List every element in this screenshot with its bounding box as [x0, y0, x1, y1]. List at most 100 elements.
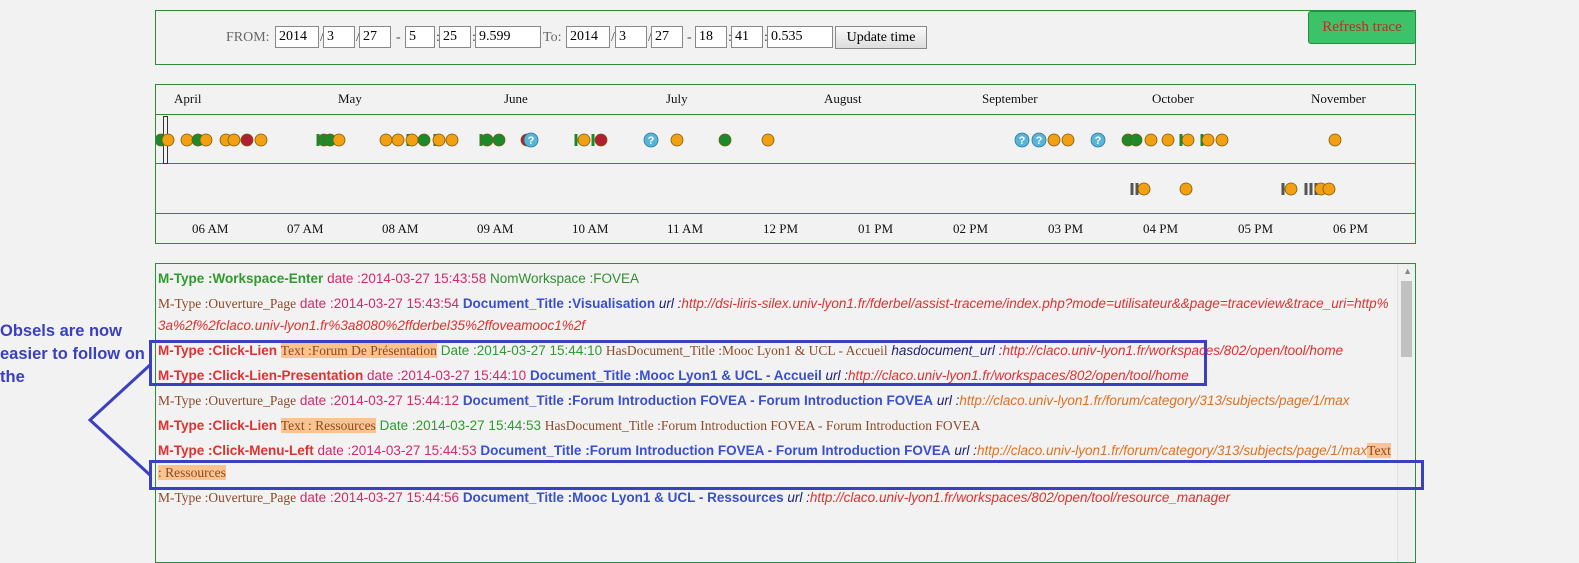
trace-list: M-Type :Workspace-Enter date : 2014-03-27… [155, 263, 1416, 563]
obsel-marker[interactable] [1061, 133, 1075, 147]
obsel-marker[interactable] [240, 133, 254, 147]
timeline-panel: April May June July August September Oct… [155, 84, 1416, 244]
trace-row[interactable]: M-Type :Ouverture_Page date :2014-03-27 … [158, 390, 1393, 412]
refresh-trace-button[interactable]: Refresh trace [1308, 11, 1416, 44]
obsel-marker[interactable] [670, 133, 684, 147]
from-month-input[interactable] [323, 26, 355, 48]
obsel-marker[interactable] [1281, 183, 1285, 195]
scroll-up-arrow-icon[interactable]: ▲ [1403, 266, 1412, 276]
obsel-marker[interactable] [1161, 133, 1175, 147]
trace-row[interactable]: M-Type :Workspace-Enter date :2014-03-27… [158, 268, 1393, 290]
trace-row[interactable]: M-Type :Ouverture_Page date :2014-03-27 … [158, 293, 1393, 337]
obsel-marker[interactable] [332, 133, 346, 147]
vertical-scrollbar[interactable]: ▲ [1397, 264, 1415, 562]
month-label: June [504, 91, 528, 106]
update-time-button[interactable]: Update time [835, 26, 927, 49]
to-hour-input[interactable] [695, 26, 727, 48]
svg-text:?: ? [1019, 135, 1026, 147]
separator: - [396, 30, 401, 45]
from-minute-input[interactable] [439, 26, 471, 48]
obsel-marker[interactable] [445, 133, 459, 147]
to-day-input[interactable] [651, 26, 683, 48]
obsel-marker[interactable] [718, 133, 732, 147]
obsel-url[interactable]: http://claco.univ-lyon1.fr/forum/categor… [977, 443, 1367, 458]
obsel-type: M-Type :Ouverture_Page [158, 393, 297, 408]
obsel-marker[interactable] [594, 133, 608, 147]
svg-text:?: ? [1036, 135, 1043, 147]
obsel-marker[interactable] [417, 133, 431, 147]
obsel-marker[interactable] [391, 133, 405, 147]
month-label: October [1152, 91, 1194, 106]
obsel-marker[interactable] [1179, 182, 1193, 196]
to-year-input[interactable] [566, 26, 610, 48]
month-label: November [1311, 91, 1366, 106]
obsel-date: 2014-03-27 15:44:56 [333, 490, 460, 505]
obsel-marker[interactable] [379, 133, 393, 147]
obsel-marker[interactable] [1137, 182, 1151, 196]
obsel-marker[interactable] [577, 133, 591, 147]
obsel-marker[interactable] [1215, 133, 1229, 147]
annotation-highlight-box [149, 460, 1424, 490]
from-day-input[interactable] [359, 26, 391, 48]
obsel-marker[interactable] [405, 133, 419, 147]
attr-key: HasDocument_Title : [544, 418, 661, 433]
obsel-marker[interactable] [492, 133, 506, 147]
obsel-marker[interactable] [591, 134, 595, 146]
from-hour-input[interactable] [405, 26, 435, 48]
obsel-track-hours[interactable] [156, 165, 1415, 213]
obsel-marker[interactable] [1201, 133, 1215, 147]
month-label: April [174, 91, 202, 106]
obsel-marker[interactable] [432, 133, 446, 147]
obsel-marker[interactable] [1130, 183, 1134, 195]
obsel-marker[interactable] [180, 133, 194, 147]
trace-row[interactable]: M-Type :Ouverture_Page date :2014-03-27 … [158, 487, 1393, 509]
hour-label: 10 AM [572, 221, 609, 236]
obsel-marker[interactable] [1309, 183, 1313, 195]
obsel-type: M-Type :Ouverture_Page [158, 490, 297, 505]
obsel-marker[interactable] [1328, 133, 1342, 147]
date-label: Date : [379, 418, 416, 433]
question-obsel-icon[interactable]: ? [1031, 132, 1047, 148]
obsel-marker[interactable] [1129, 133, 1143, 147]
obsel-marker[interactable] [161, 133, 175, 147]
obsel-type: M-Type :Ouverture_Page [158, 296, 297, 311]
to-month-input[interactable] [615, 26, 647, 48]
separator: - [687, 30, 692, 45]
obsel-track-months[interactable]: ????? [156, 116, 1415, 164]
obsel-marker[interactable] [227, 133, 241, 147]
obsel-marker[interactable] [1284, 182, 1298, 196]
attr-key: Document_Title : [462, 393, 573, 408]
obsel-url[interactable]: http://claco.univ-lyon1.fr/workspaces/80… [810, 490, 1230, 505]
question-obsel-icon[interactable]: ? [523, 132, 539, 148]
obsel-marker[interactable] [1047, 133, 1061, 147]
date-label: date : [327, 271, 361, 286]
from-second-input[interactable] [475, 26, 541, 48]
obsel-marker[interactable] [480, 133, 494, 147]
to-minute-input[interactable] [731, 26, 763, 48]
obsel-marker[interactable] [254, 133, 268, 147]
attr-key: Document_Title : [462, 296, 573, 311]
obsel-marker[interactable] [1181, 133, 1195, 147]
obsel-marker[interactable] [1144, 133, 1158, 147]
obsel-marker[interactable] [199, 133, 213, 147]
question-obsel-icon[interactable]: ? [1090, 132, 1106, 148]
to-label: To: [543, 30, 562, 45]
question-obsel-icon[interactable]: ? [1014, 132, 1030, 148]
annotation-highlight-box [149, 340, 1207, 386]
scrollbar-thumb[interactable] [1401, 281, 1412, 357]
to-second-input[interactable] [767, 26, 833, 48]
trace-row[interactable]: M-Type :Click-Lien Text : Ressources Dat… [158, 415, 1393, 437]
attr-key: Document_Title : [480, 443, 590, 458]
url-label: url : [658, 296, 682, 311]
url-label: url : [787, 490, 810, 505]
obsel-url[interactable]: http://claco.univ-lyon1.fr/forum/categor… [959, 393, 1349, 408]
question-obsel-icon[interactable]: ? [643, 132, 659, 148]
obsel-marker[interactable] [1304, 183, 1308, 195]
hour-label: 07 AM [287, 221, 324, 236]
hour-label: 06 PM [1333, 221, 1369, 236]
from-year-input[interactable] [275, 26, 319, 48]
obsel-marker[interactable] [574, 134, 578, 146]
obsel-type: M-Type :Workspace-Enter [158, 271, 324, 286]
obsel-marker[interactable] [761, 133, 775, 147]
obsel-marker[interactable] [1322, 182, 1336, 196]
